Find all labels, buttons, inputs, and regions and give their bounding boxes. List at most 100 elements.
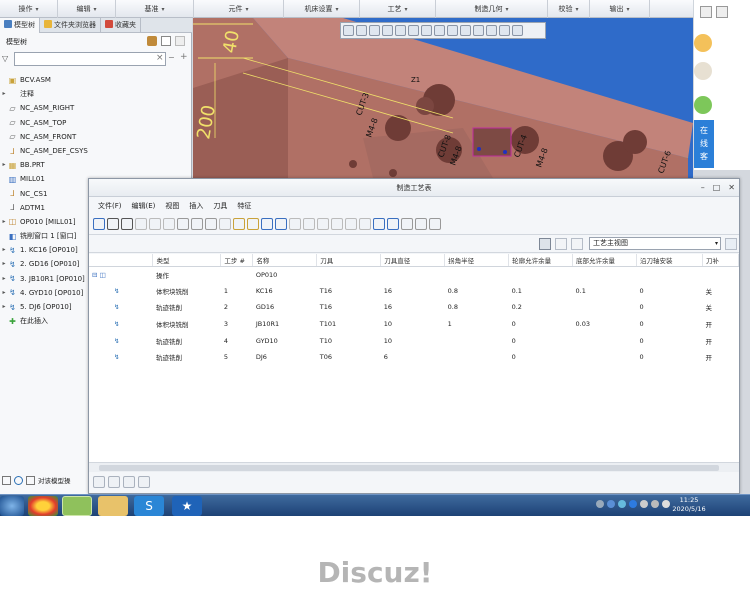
table-cell-tool[interactable]: T10 <box>317 332 381 349</box>
tab-folder-browser[interactable]: 文件夹浏览器 <box>40 18 101 33</box>
table-cell-diam[interactable]: 16 <box>381 283 445 300</box>
tray-icon[interactable] <box>596 500 604 508</box>
tab-favorites[interactable]: 收藏夹 <box>101 18 141 33</box>
table-cell-comp[interactable]: 开 <box>702 332 738 349</box>
ribbon-datum[interactable]: 基准 <box>116 0 194 18</box>
table-cell-tool[interactable]: T101 <box>317 316 381 333</box>
tray-icon[interactable] <box>640 500 648 508</box>
table-row[interactable]: ↯ 轨迹铣削 2 GD16 T16 16 0.8 0.2 0 关 <box>89 299 739 316</box>
expand-arrow-icon[interactable]: ▸ <box>0 300 8 314</box>
add-icon[interactable] <box>108 476 120 488</box>
table-cell-bottom[interactable]: 0.03 <box>573 316 637 333</box>
expand-arrow-icon[interactable]: ▸ <box>0 87 8 101</box>
clear-icon[interactable]: × <box>156 53 164 63</box>
toolbar-tool-icon[interactable] <box>359 218 371 230</box>
toolbar-tool-icon[interactable] <box>429 218 441 230</box>
toolbar-tool-icon[interactable] <box>107 218 119 230</box>
table-cell-diam[interactable] <box>381 266 445 283</box>
table-cell-prof[interactable]: 0 <box>509 349 573 366</box>
tree-item[interactable]: ▱ NC_ASM_FRONT <box>0 130 192 144</box>
column-header[interactable]: 底部允许余量 <box>572 254 637 267</box>
table-cell-axis[interactable]: 0 <box>637 299 703 316</box>
table-cell-corner[interactable]: 0.8 <box>445 299 509 316</box>
table-cell-diam[interactable]: 16 <box>381 299 445 316</box>
column-header[interactable]: 拐角半径 <box>444 254 510 267</box>
table-cell-step[interactable]: 4 <box>221 332 253 349</box>
ribbon-edit[interactable]: 编辑 <box>58 0 116 18</box>
column-header[interactable]: 工步 # <box>220 254 254 267</box>
toolbar-tool-icon[interactable] <box>233 218 245 230</box>
toolbar-tool-icon[interactable] <box>373 218 385 230</box>
tray-icon[interactable] <box>618 500 626 508</box>
table-cell-tool[interactable]: T06 <box>317 349 381 366</box>
column-header[interactable]: 刀补 <box>702 254 739 267</box>
view-select[interactable]: 工艺主视图 ▾ <box>589 237 721 250</box>
table-cell-step[interactable] <box>221 266 253 283</box>
help-icon[interactable] <box>607 500 615 508</box>
maximize-icon[interactable]: □ <box>713 179 721 197</box>
table-cell-tool[interactable] <box>317 266 381 283</box>
table-cell-type[interactable]: 轨迹铣削 <box>153 332 221 349</box>
chrome-icon[interactable] <box>28 496 58 516</box>
table-cell-type[interactable]: 轨迹铣削 <box>153 299 221 316</box>
ribbon-machine-setup[interactable]: 机床设置 <box>284 0 360 18</box>
table-cell-prof[interactable]: 0.2 <box>509 299 573 316</box>
toolbar-tool-icon[interactable] <box>205 218 217 230</box>
ribbon-mfg-geometry[interactable]: 制造几何 <box>436 0 548 18</box>
toolbar-tool-icon[interactable] <box>415 218 427 230</box>
tree-item[interactable]: ⅃ NC_ASM_DEF_CSYS <box>0 144 192 158</box>
tree-item[interactable]: ▣ BCV.ASM <box>0 73 192 87</box>
table-cell-comp[interactable]: 关 <box>702 299 738 316</box>
table-cell-type[interactable]: 操作 <box>153 266 221 283</box>
ribbon-operations[interactable]: 操作 <box>0 0 58 18</box>
table-row[interactable]: ↯ 体积块铣削 3 JB10R1 T101 10 1 0 0.03 0 开 <box>89 316 739 333</box>
table-cell-comp[interactable]: 关 <box>702 283 738 300</box>
cut-icon[interactable] <box>499 25 510 36</box>
menu-view[interactable]: 视图 <box>160 198 184 214</box>
filter-icon[interactable]: ▽ <box>2 54 8 63</box>
toolbar-tool-icon[interactable] <box>331 218 343 230</box>
table-row[interactable]: ↯ 轨迹铣削 5 DJ6 T06 6 0 0 开 <box>89 349 739 366</box>
plus-icon[interactable]: + <box>180 52 188 62</box>
toolbar-tool-icon[interactable] <box>191 218 203 230</box>
refit-icon[interactable] <box>343 25 354 36</box>
repaint-icon[interactable] <box>382 25 393 36</box>
tree-item[interactable]: ▱ NC_ASM_TOP <box>0 116 192 130</box>
table-cell-step[interactable]: 3 <box>221 316 253 333</box>
toolbar-tool-icon[interactable] <box>121 218 133 230</box>
annotation-display-icon[interactable] <box>460 25 471 36</box>
table-cell-corner[interactable] <box>445 349 509 366</box>
pin-icon[interactable] <box>700 6 712 18</box>
table-cell-name[interactable]: JB10R1 <box>253 316 317 333</box>
list-view-icon[interactable] <box>555 238 567 250</box>
toolbar-tool-icon[interactable] <box>387 218 399 230</box>
minimize-icon[interactable]: – <box>701 179 705 197</box>
table-cell-bottom[interactable] <box>573 266 637 283</box>
table-row[interactable]: ↯ 轨迹铣削 4 GYD10 T10 10 0 0 开 <box>89 332 739 349</box>
menu-file[interactable]: 文件(F) <box>93 198 127 214</box>
ribbon-verify[interactable]: 校验 <box>548 0 590 18</box>
toolbar-tool-icon[interactable] <box>401 218 413 230</box>
paste-icon[interactable] <box>138 476 150 488</box>
table-cell-diam[interactable]: 10 <box>381 332 445 349</box>
toolbar-tool-icon[interactable] <box>261 218 273 230</box>
table-cell-bottom[interactable]: 0.1 <box>573 283 637 300</box>
3d-viewport[interactable]: 40 200 CUT-3 CUT-8 CUT-4 CUT-6 M4-8 M4-8… <box>193 18 693 178</box>
tree-filter-icon[interactable] <box>175 36 185 46</box>
toolbar-tool-icon[interactable] <box>177 218 189 230</box>
volume-icon[interactable] <box>651 500 659 508</box>
table-view-icon[interactable] <box>539 238 551 250</box>
toolbar-tool-icon[interactable] <box>93 218 105 230</box>
tree-item[interactable]: ▸ ▦ BB.PRT <box>0 158 192 172</box>
table-cell-axis[interactable]: 0 <box>637 349 703 366</box>
table-cell-comp[interactable]: 开 <box>702 349 738 366</box>
toolbar-tool-icon[interactable] <box>289 218 301 230</box>
copy-icon[interactable] <box>123 476 135 488</box>
table-cell-prof[interactable]: 0 <box>509 332 573 349</box>
close-icon[interactable]: ✕ <box>728 179 735 197</box>
column-header[interactable]: 刀具 <box>316 254 382 267</box>
tree-show-icon[interactable] <box>161 36 171 46</box>
toolbar-tool-icon[interactable] <box>345 218 357 230</box>
perspective-icon[interactable] <box>486 25 497 36</box>
edit-icon[interactable] <box>93 476 105 488</box>
